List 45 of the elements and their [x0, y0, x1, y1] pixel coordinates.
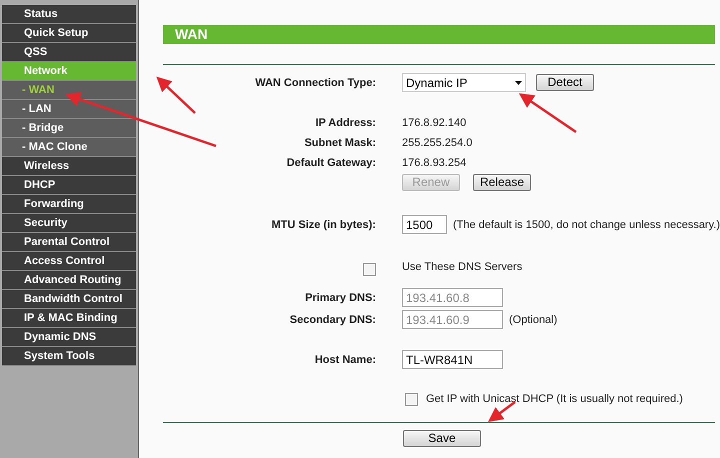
- sidebar-item[interactable]: QSS: [2, 43, 136, 62]
- sidebar-item[interactable]: - LAN: [2, 100, 136, 119]
- section-header: WAN: [162, 25, 715, 44]
- sidebar-item[interactable]: IP & MAC Binding: [2, 309, 136, 328]
- field-value: 176.8.92.140: [402, 116, 466, 130]
- field-label: Host Name:: [314, 352, 376, 366]
- sidebar-item[interactable]: Status: [2, 5, 136, 24]
- lease-button[interactable]: Release: [472, 174, 531, 191]
- sidebar-item[interactable]: Forwarding: [2, 195, 136, 214]
- mtu-note: (The default is 1500, do not change unless necessary.): [452, 218, 720, 232]
- dns-checkbox-label: Use These DNS Servers: [402, 260, 522, 274]
- detect-button[interactable]: Detect: [536, 74, 594, 91]
- checkbox[interactable]: [362, 263, 376, 276]
- sidebar-item[interactable]: Advanced Routing: [2, 271, 136, 290]
- mtu-field[interactable]: 1500: [402, 215, 447, 234]
- sidebar-item[interactable]: Access Control: [2, 252, 136, 271]
- sidebar-item[interactable]: Wireless: [2, 157, 136, 176]
- sidebar-item[interactable]: Quick Setup: [2, 24, 136, 43]
- field-label: MTU Size (in bytes):: [270, 218, 376, 232]
- field-label: IP Address:: [314, 116, 376, 130]
- field-label: WAN Connection Type:: [254, 76, 376, 90]
- field-label: Primary DNS:: [304, 290, 376, 304]
- save-button[interactable]: Save: [402, 430, 481, 447]
- host-name-field[interactable]: TL-WR841N: [402, 350, 503, 369]
- sidebar-item[interactable]: Dynamic DNS: [2, 328, 136, 347]
- field-value: 255.255.254.0: [402, 136, 472, 150]
- unicast-label: Get IP with Unicast DHCP (It is usually not required.): [426, 392, 683, 406]
- field-label: Secondary DNS:: [288, 312, 376, 326]
- sidebar-item[interactable]: Security: [2, 214, 136, 233]
- dropdown-caret-icon: [514, 80, 522, 84]
- field-label: Subnet Mask:: [303, 136, 376, 150]
- field-label: Default Gateway:: [286, 156, 376, 170]
- checkbox[interactable]: [404, 392, 418, 406]
- sidebar-item[interactable]: Bandwidth Control: [2, 290, 136, 309]
- sidebar-item[interactable]: System Tools: [2, 347, 136, 366]
- sidebar-item[interactable]: - Bridge: [2, 119, 136, 138]
- connection-type-select[interactable]: Dynamic IP: [402, 73, 526, 92]
- sidebar-item[interactable]: Parental Control: [2, 233, 136, 252]
- sidebar-item[interactable]: DHCP: [2, 176, 136, 195]
- sidebar-item[interactable]: - MAC Clone: [2, 138, 136, 157]
- annotation-arrow: [518, 93, 577, 134]
- annotation-arrow: [488, 401, 516, 422]
- sidebar-item[interactable]: - WAN: [2, 81, 136, 100]
- field-value: 176.8.93.254: [402, 156, 466, 170]
- optional-note: (Optional): [508, 312, 558, 326]
